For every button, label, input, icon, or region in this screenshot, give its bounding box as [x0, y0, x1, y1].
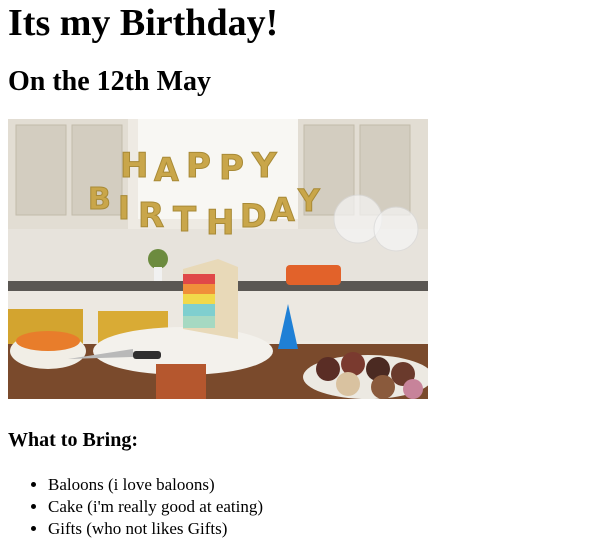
page-title: Its my Birthday!: [8, 2, 279, 44]
list-item: Cake (i'm really good at eating): [48, 496, 592, 518]
svg-text:D: D: [240, 197, 267, 235]
birthday-photo: H A P P Y B I R T H D A Y: [8, 119, 428, 399]
bring-list: Baloons (i love baloons) Cake (i'm reall…: [8, 474, 592, 540]
svg-text:B: B: [88, 182, 111, 217]
page: Its my Birthday! On the 12th May H A P P…: [0, 1, 600, 540]
svg-text:Y: Y: [251, 146, 277, 186]
svg-text:P: P: [219, 148, 244, 188]
svg-text:R: R: [138, 196, 164, 236]
page-subtitle: On the 12th May: [8, 66, 211, 97]
svg-text:Y: Y: [297, 184, 321, 219]
svg-text:A: A: [270, 191, 295, 229]
svg-text:P: P: [186, 146, 211, 186]
svg-text:I: I: [118, 189, 130, 227]
bring-heading: What to Bring:: [8, 429, 138, 451]
svg-text:T: T: [173, 200, 197, 240]
svg-text:H: H: [206, 203, 234, 243]
svg-text:H: H: [120, 146, 148, 186]
list-item: Gifts (who not likes Gifts): [48, 518, 592, 540]
list-item: Baloons (i love baloons): [48, 474, 592, 496]
svg-text:A: A: [154, 151, 179, 189]
